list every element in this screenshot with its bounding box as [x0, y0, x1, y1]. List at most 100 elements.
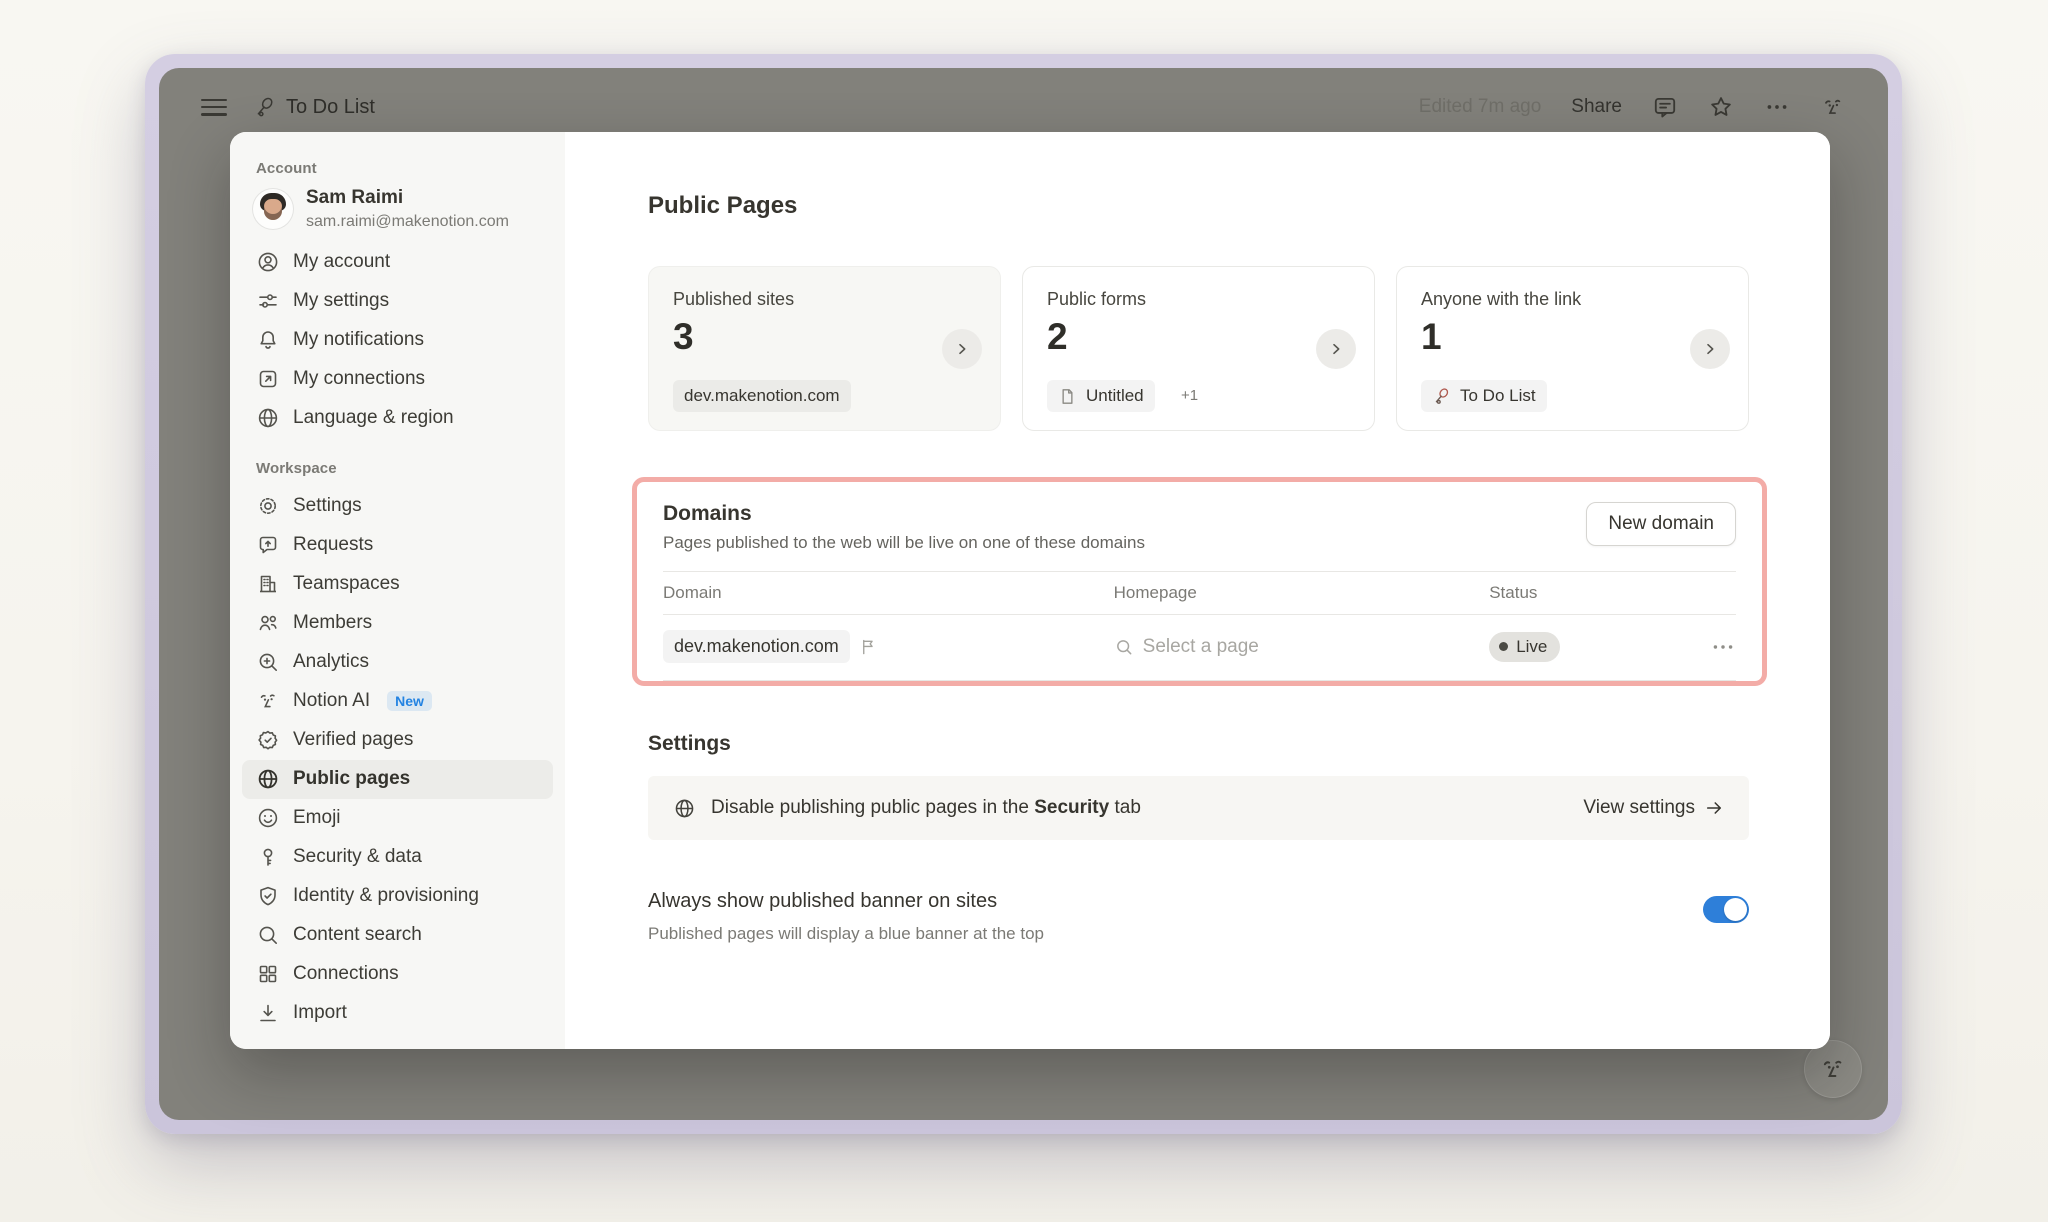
- user-profile[interactable]: Sam Raimi sam.raimi@makenotion.com: [253, 187, 553, 231]
- badminton-racket-icon: [253, 96, 276, 119]
- toggle-description: Published pages will display a blue bann…: [648, 924, 1044, 944]
- sidebar-item-import[interactable]: Import: [242, 994, 553, 1033]
- sidebar-item-emoji[interactable]: Emoji: [242, 799, 553, 838]
- toggle-knob: [1724, 898, 1747, 921]
- sidebar-item-requests[interactable]: Requests: [242, 526, 553, 565]
- to-do-list-chip[interactable]: To Do List: [1421, 380, 1547, 412]
- sidebar-item-connections[interactable]: Connections: [242, 955, 553, 994]
- published-sites-card[interactable]: Published sites 3 dev.makenotion.com: [648, 266, 1001, 431]
- sidebar-item-teamspaces[interactable]: Teamspaces: [242, 565, 553, 604]
- sidebar-item-members[interactable]: Members: [242, 604, 553, 643]
- share-button[interactable]: Share: [1571, 96, 1622, 118]
- domains-table-header: Domain Homepage Status: [663, 571, 1736, 614]
- gear-icon: [256, 494, 280, 518]
- sidebar-item-verified-pages[interactable]: Verified pages: [242, 721, 553, 760]
- sidebar-item-settings[interactable]: Settings: [242, 487, 553, 526]
- chevron-right-icon[interactable]: [1690, 329, 1730, 369]
- magnifier-plus-icon: [256, 650, 280, 674]
- settings-sidebar: Account Sam Raimi sam.raimi@makenotion.c…: [230, 132, 565, 1049]
- avatar: [253, 189, 293, 229]
- bell-icon: [256, 328, 280, 352]
- sidebar-item-my-notifications[interactable]: My notifications: [242, 321, 553, 360]
- workspace-nav: Settings Requests Teamspaces Members Ana…: [230, 487, 565, 1033]
- row-more-icon[interactable]: [1710, 634, 1736, 660]
- people-icon: [256, 611, 280, 635]
- settings-content: Public Pages Published sites 3 dev.maken…: [565, 132, 1830, 1049]
- settings-section-title: Settings: [648, 732, 1749, 756]
- chevron-right-icon[interactable]: [1316, 329, 1356, 369]
- sidebar-item-public-pages[interactable]: Public pages: [242, 760, 553, 799]
- smiley-icon: [256, 806, 280, 830]
- domain-name-chip[interactable]: dev.makenotion.com: [663, 630, 850, 663]
- banner-text: Disable publishing public pages in the S…: [711, 797, 1141, 819]
- edited-timestamp: Edited 7m ago: [1419, 96, 1542, 118]
- account-nav: My account My settings My notifications …: [230, 243, 565, 438]
- public-forms-card[interactable]: Public forms 2 Untitled +1: [1022, 266, 1375, 431]
- public-forms-count: 2: [1047, 316, 1350, 358]
- domains-subtitle: Pages published to the web will be live …: [663, 533, 1145, 553]
- arrow-right-icon: [1704, 798, 1724, 818]
- sidebar-item-content-search[interactable]: Content search: [242, 916, 553, 955]
- summary-cards: Published sites 3 dev.makenotion.com Pub…: [648, 266, 1749, 431]
- toggle-title: Always show published banner on sites: [648, 890, 1044, 913]
- sidebar-toggle-icon[interactable]: [201, 99, 227, 116]
- live-dot-icon: [1499, 642, 1508, 651]
- user-circle-icon: [256, 250, 280, 274]
- import-icon: [256, 1001, 280, 1025]
- sidebar-item-my-connections[interactable]: My connections: [242, 360, 553, 399]
- published-sites-count: 3: [673, 316, 976, 358]
- published-banner-toggle[interactable]: [1703, 896, 1749, 923]
- homepage-placeholder: Select a page: [1143, 636, 1259, 658]
- notion-ai-icon: [256, 689, 280, 713]
- sidebar-item-analytics[interactable]: Analytics: [242, 643, 553, 682]
- domain-chip[interactable]: dev.makenotion.com: [673, 380, 851, 412]
- verified-seal-icon: [256, 728, 280, 752]
- breadcrumb[interactable]: To Do List: [253, 96, 375, 119]
- page-title: Public Pages: [648, 192, 1749, 220]
- sidebar-item-my-account[interactable]: My account: [242, 243, 553, 282]
- shield-check-icon: [256, 884, 280, 908]
- sidebar-item-identity-provisioning[interactable]: Identity & provisioning: [242, 877, 553, 916]
- homepage-select[interactable]: Select a page: [1114, 636, 1490, 658]
- building-icon: [256, 572, 280, 596]
- workspace-section-label: Workspace: [256, 460, 565, 477]
- column-status: Status: [1489, 583, 1736, 603]
- grid-icon: [256, 962, 280, 986]
- security-settings-banner[interactable]: Disable publishing public pages in the S…: [648, 776, 1749, 840]
- new-badge: New: [387, 691, 432, 711]
- notion-ai-icon[interactable]: [1820, 94, 1846, 120]
- domains-title: Domains: [663, 502, 1145, 526]
- flag-icon[interactable]: [859, 637, 878, 656]
- sidebar-item-my-settings[interactable]: My settings: [242, 282, 553, 321]
- more-pages-count: +1: [1181, 387, 1198, 404]
- untitled-page-chip[interactable]: Untitled: [1047, 380, 1155, 412]
- topbar-actions: Edited 7m ago Share: [1419, 94, 1846, 120]
- sidebar-item-notion-ai[interactable]: Notion AI New: [242, 682, 553, 721]
- account-section-label: Account: [256, 160, 565, 177]
- anyone-with-link-card[interactable]: Anyone with the link 1 To Do List: [1396, 266, 1749, 431]
- column-domain: Domain: [663, 583, 1114, 603]
- sidebar-item-security-data[interactable]: Security & data: [242, 838, 553, 877]
- app-window: To Do List Edited 7m ago Share: [145, 54, 1902, 1134]
- comment-icon[interactable]: [1652, 94, 1678, 120]
- magnifier-icon: [256, 923, 280, 947]
- sidebar-item-language-region[interactable]: Language & region: [242, 399, 553, 438]
- domain-table-row: dev.makenotion.com Select a page Live: [663, 614, 1736, 681]
- new-domain-button[interactable]: New domain: [1586, 502, 1736, 546]
- more-icon[interactable]: [1764, 94, 1790, 120]
- badminton-racket-icon: [1432, 387, 1451, 406]
- chevron-right-icon[interactable]: [942, 329, 982, 369]
- view-settings-link[interactable]: View settings: [1583, 797, 1724, 819]
- domains-section-highlighted: Domains Pages published to the web will …: [632, 477, 1767, 686]
- star-icon[interactable]: [1708, 94, 1734, 120]
- status-badge: Live: [1489, 632, 1560, 662]
- settings-modal: Account Sam Raimi sam.raimi@makenotion.c…: [230, 132, 1830, 1049]
- external-link-icon: [256, 367, 280, 391]
- user-name: Sam Raimi: [306, 187, 509, 210]
- column-homepage: Homepage: [1114, 583, 1490, 603]
- document-icon: [1058, 387, 1077, 406]
- published-banner-setting: Always show published banner on sites Pu…: [648, 890, 1749, 944]
- search-icon: [1114, 637, 1134, 657]
- anyone-with-link-count: 1: [1421, 316, 1724, 358]
- request-bubble-icon: [256, 533, 280, 557]
